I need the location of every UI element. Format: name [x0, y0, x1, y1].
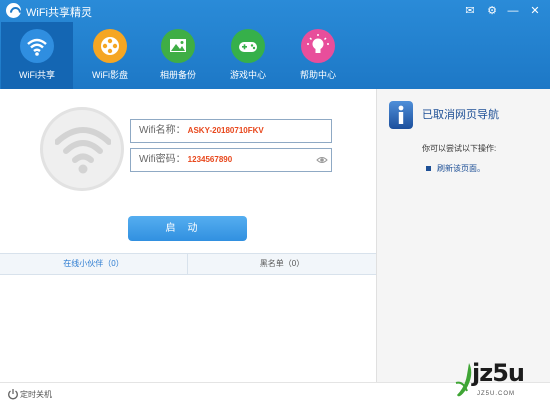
nav-item-photo-backup[interactable]: 相册备份 — [142, 22, 214, 89]
app-logo-icon — [6, 3, 21, 18]
nav-item-wifi-disk[interactable]: WiFi影盘 — [74, 22, 146, 89]
info-title: 已取消网页导航 — [422, 109, 499, 121]
wifi-icon — [20, 29, 54, 63]
tab-blacklist[interactable]: 黑名单（0） — [188, 254, 376, 274]
close-button[interactable]: ✕ — [527, 3, 543, 19]
gamepad-icon — [231, 29, 265, 63]
nav-label: 游戏中心 — [229, 70, 266, 80]
title-bar: WiFi共享精灵 ✉ ⚙ — ✕ — [0, 0, 550, 22]
nav-label: 相册备份 — [159, 70, 196, 80]
share-panel: Wifi名称： ASKY-20180710FKV Wifi密码： 123456789… — [0, 89, 376, 382]
nav-label: WiFi共享 — [19, 70, 55, 80]
nav-item-help-center[interactable]: 帮助中心 — [282, 22, 354, 89]
wifi-name-value: ASKY-20180710FKV — [187, 126, 264, 135]
lightbulb-icon — [301, 29, 335, 63]
mail-icon[interactable]: ✉ — [462, 3, 478, 19]
info-icon — [389, 101, 413, 129]
timer-shutdown-button[interactable]: 定时关机 — [20, 389, 52, 400]
eye-icon[interactable] — [316, 155, 328, 165]
watermark-logo: jz5u JZ5U.COM — [447, 355, 547, 405]
film-reel-icon — [93, 29, 127, 63]
power-icon[interactable] — [7, 388, 19, 400]
wifi-name-label: Wifi名称： — [139, 125, 186, 136]
nav-item-game-center[interactable]: 游戏中心 — [212, 22, 284, 89]
wifi-password-label: Wifi密码： — [139, 154, 186, 165]
settings-icon[interactable]: ⚙ — [484, 3, 500, 19]
info-panel: 已取消网页导航 你可以尝试以下操作: 刷新该页面。 — [376, 89, 550, 382]
start-button[interactable]: 启动 — [128, 216, 247, 241]
wifi-password-value: 1234567890 — [187, 155, 233, 164]
nav-item-wifi-share[interactable]: WiFi共享 — [1, 22, 73, 89]
wifi-name-field[interactable]: Wifi名称： ASKY-20180710FKV — [130, 119, 332, 143]
photo-icon — [161, 29, 195, 63]
top-bar: WiFi共享精灵 ✉ ⚙ — ✕ WiFi共享 WiFi影盘 相册备份 游戏中心… — [0, 0, 550, 89]
device-tabs: 在线小伙伴（0） 黑名单（0） — [0, 253, 376, 275]
app-title: WiFi共享精灵 — [26, 7, 92, 19]
nav-label: 帮助中心 — [299, 70, 336, 80]
refresh-page-link[interactable]: 刷新该页面。 — [437, 163, 485, 174]
wifi-status-icon — [40, 107, 124, 191]
bullet-icon — [426, 166, 431, 171]
watermark-subtext: JZ5U.COM — [477, 391, 515, 397]
info-subtitle: 你可以尝试以下操作: — [422, 144, 497, 153]
watermark-text: jz5u — [472, 359, 525, 387]
tab-online-friends[interactable]: 在线小伙伴（0） — [0, 254, 188, 274]
wifi-password-field[interactable]: Wifi密码： 1234567890 — [130, 148, 332, 172]
minimize-button[interactable]: — — [505, 3, 521, 19]
nav-label: WiFi影盘 — [92, 70, 128, 80]
